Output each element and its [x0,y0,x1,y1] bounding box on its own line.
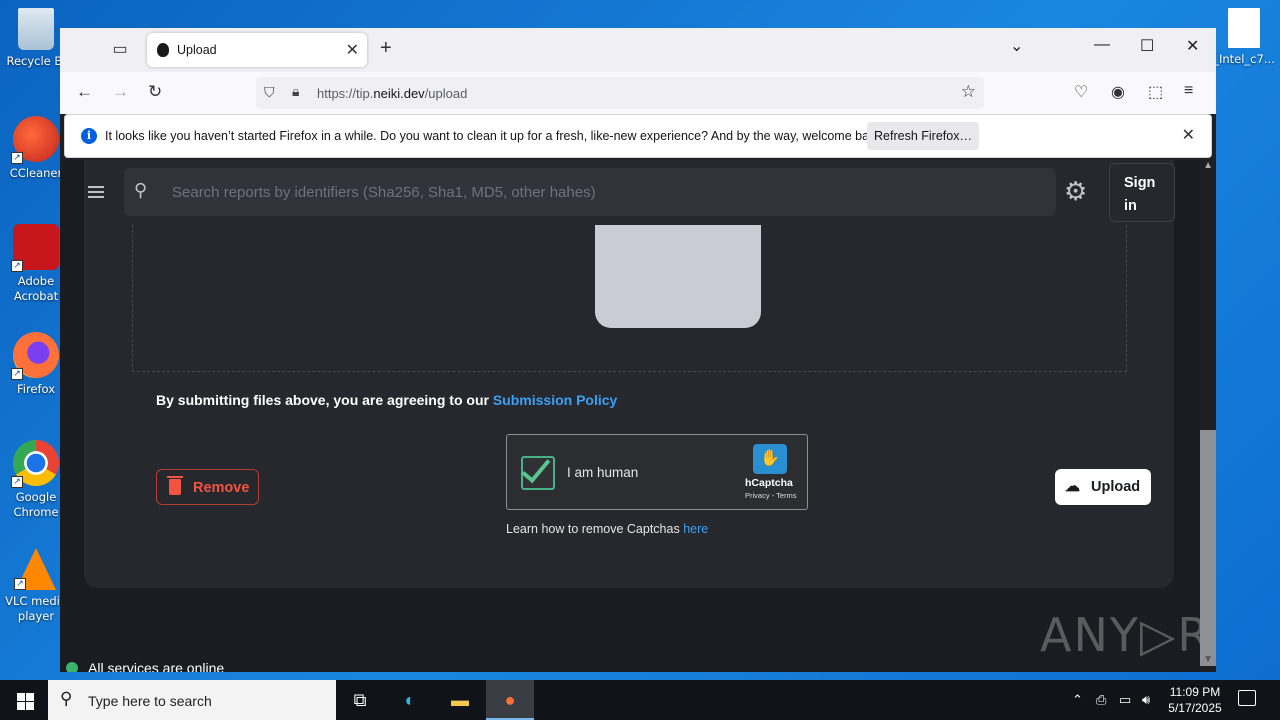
remove-button[interactable]: Remove [156,469,259,505]
taskbar-search-box[interactable]: ⚲ Type here to search [48,680,336,720]
page-content: By submitting files above, you are agree… [60,160,1216,672]
firefox-label: Firefox [16,382,56,396]
network-icon[interactable]: ▭ [1119,692,1131,708]
tracking-shield-icon[interactable]: ⛉ [264,84,275,101]
system-clock[interactable]: 11:09 PM 5/17/2025 [1160,684,1230,716]
info-icon: i [81,128,97,144]
url-text[interactable]: https://tip.neiki.dev/upload [317,86,467,101]
refresh-notification-bar: i It looks like you haven’t started Fire… [64,114,1212,158]
ccleaner-label: CCleaner [9,166,63,180]
status-text: All services are online [88,660,225,672]
vlc-cone-icon: ↗ [14,548,56,590]
menu-icon[interactable]: ≡ [1184,82,1193,100]
minimize-button[interactable]: — [1094,36,1110,54]
search-icon: ⚲ [134,180,148,200]
captcha-label: I am human [567,465,639,480]
tray-overflow-icon[interactable]: ⌃ [1072,692,1083,708]
submission-policy-link[interactable]: Submission Policy [493,392,617,408]
service-status: All services are online [66,660,224,672]
tab-overview-icon[interactable]: ▭ [106,38,134,62]
forward-button[interactable]: → [112,82,129,102]
close-notification-icon[interactable]: ✕ [1182,125,1195,145]
scroll-up-icon[interactable]: ▲ [1203,160,1213,171]
cloud-upload-icon: ☁ [1065,478,1080,495]
volume-icon[interactable]: 🔊︎ [1142,692,1150,708]
notification-message: It looks like you haven’t started Firefo… [105,129,886,143]
tab-title: Upload [177,43,217,57]
file-icon [1228,8,1260,48]
reload-button[interactable]: ↻ [148,82,162,102]
clock-time: 11:09 PM [1169,685,1221,699]
scroll-down-icon[interactable]: ▼ [1203,654,1213,665]
extensions-icon[interactable]: ⬚ [1148,82,1163,102]
firefox-window: ▭ Upload ✕ + ⌄ — ☐ ✕ ← → ↻ ⛉ 🔒︎ https://… [60,28,1216,672]
learn-here-link[interactable]: here [683,522,708,536]
ccleaner-icon: ↗ [11,116,59,164]
captcha-checkbox[interactable] [521,452,555,490]
new-tab-button[interactable]: + [380,37,392,60]
scrollbar-thumb[interactable] [1200,430,1216,666]
scrollbar[interactable]: ▲ ▼ [1200,160,1216,672]
upload-button[interactable]: ☁ Upload [1055,469,1151,505]
start-button[interactable] [0,680,48,720]
acrobat-label: Adobe Acrobat [13,274,59,303]
lock-icon[interactable]: 🔒︎ [292,83,299,100]
edge-taskbar-icon[interactable]: ◐ [386,680,434,720]
taskbar: ⚲ Type here to search ⧉ ◐ ▬ ● ⌃ ⎙ ▭ 🔊︎ 1… [0,680,1280,720]
device-icon[interactable]: ⎙ [1096,692,1106,708]
list-all-tabs-icon[interactable]: ⌄ [1010,36,1023,56]
vlc-label: VLC media player [5,594,67,623]
url-domain: neiki.dev [373,86,425,101]
learn-captcha-text: Learn how to remove Captchas here [506,522,709,536]
site-header: ⚲ Search reports by identifiers (Sha256,… [84,160,1175,225]
hcaptcha-brand: hCaptcha [745,477,793,489]
account-icon[interactable]: ◉ [1111,82,1125,102]
status-ok-icon [66,662,78,672]
search-placeholder: Search reports by identifiers (Sha256, S… [172,184,596,201]
acrobat-icon: ↗ [11,224,59,272]
settings-gear-icon[interactable]: ⚙ [1064,177,1087,205]
intel-file-shortcut[interactable]: _Intel_c7... [1208,8,1280,67]
back-button[interactable]: ← [76,82,93,102]
captcha-terms-link[interactable]: Privacy - Terms [745,491,797,500]
clock-date: 5/17/2025 [1168,701,1222,715]
chrome-label: Google Chrome [13,490,59,519]
anyrun-watermark: ANY▷RUN [1040,608,1216,662]
firefox-icon: ↗ [11,332,59,380]
refresh-firefox-button[interactable]: Refresh Firefox… [867,122,979,150]
search-icon: ⚲ [60,689,73,708]
intel-file-label: _Intel_c7... [1213,52,1275,66]
recycle-bin-label: Recycle Bi [6,54,66,68]
taskbar-search-placeholder: Type here to search [88,693,212,709]
remove-label: Remove [193,480,250,496]
trash-icon [167,476,183,495]
hamburger-menu-icon[interactable] [88,186,104,198]
policy-text: By submitting files above, you are agree… [156,392,618,408]
nav-bar: ← → ↻ ⛉ 🔒︎ https://tip.neiki.dev/upload … [60,72,1216,114]
notification-center-icon[interactable] [1238,690,1256,706]
tab-bar: ▭ Upload ✕ + ⌄ — ☐ ✕ [60,28,1216,72]
report-search-input[interactable]: ⚲ Search reports by identifiers (Sha256,… [124,168,1056,216]
maximize-button[interactable]: ☐ [1140,36,1154,56]
bookmark-star-icon[interactable]: ☆ [961,82,976,102]
favicon-icon [157,43,169,57]
file-explorer-icon[interactable]: ▬ [436,680,484,720]
pocket-icon[interactable]: ♡ [1074,82,1088,102]
task-view-icon[interactable]: ⧉ [336,680,384,720]
close-window-button[interactable]: ✕ [1186,36,1199,56]
upload-label: Upload [1091,479,1141,495]
recycle-bin-icon [18,8,54,50]
close-tab-icon[interactable]: ✕ [346,40,359,60]
hcaptcha-logo-icon: ✋ [753,444,787,474]
hcaptcha-widget: I am human ✋ hCaptcha Privacy - Terms [506,434,808,510]
firefox-taskbar-icon[interactable]: ● [486,680,534,720]
tab-upload[interactable]: Upload ✕ [147,33,367,67]
chrome-icon: ↗ [11,440,59,488]
checkmark-icon [521,452,551,484]
url-bar[interactable]: ⛉ 🔒︎ https://tip.neiki.dev/upload ☆ [256,77,984,109]
sign-in-button[interactable]: Sign in [1109,163,1175,222]
